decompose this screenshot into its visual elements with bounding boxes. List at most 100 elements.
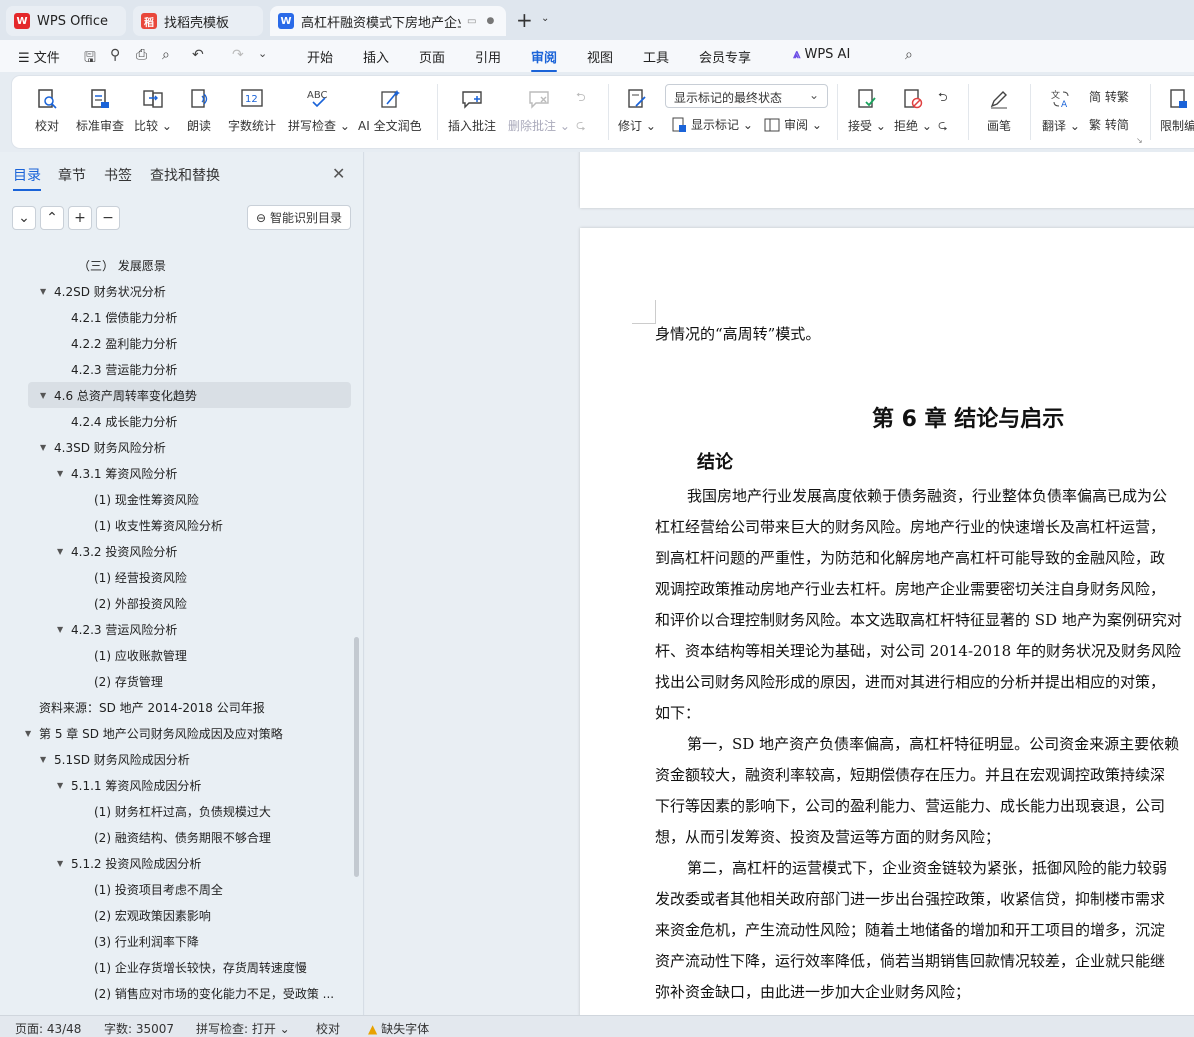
compare-button[interactable]: 比较 ⌄ [134,76,172,134]
to-traditional-button[interactable]: 简 转繁 [1089,88,1129,105]
save-icon[interactable]: 🖫 [84,47,96,71]
remove-heading-button[interactable]: − [96,206,120,230]
tab-toc[interactable]: 目录 [13,165,41,191]
missing-font-indicator[interactable]: ▲ 缺失字体 [368,1020,429,1037]
toc-item[interactable]: ▼ 第 5 章 SD 地产公司财务风险成因及应对策略 [25,720,283,746]
add-heading-button[interactable]: + [68,206,92,230]
print-preview-icon[interactable]: ⌕ [162,47,170,63]
word-count-indicator[interactable]: 字数: 35007 [104,1020,174,1037]
expand-triangle-icon[interactable]: ▼ [57,469,71,478]
standard-review-button[interactable]: 标准审查 [76,76,124,134]
expand-triangle-icon[interactable]: ▼ [57,547,71,556]
toc-item[interactable]: 4.2.1 偿债能力分析 [71,304,177,330]
document-page[interactable]: 身情况的“高周转”模式。 第 6 章 结论与启示 结论 我国房地产行业发展高度依… [580,228,1194,1015]
toc-item[interactable]: 4.2.2 盈利能力分析 [71,330,177,356]
chevron-down-icon[interactable]: ⌄ [541,13,549,24]
menu-review[interactable]: 审阅 [531,47,558,72]
menu-page[interactable]: 页面 [419,47,445,66]
toc-item[interactable]: ▼ 5.1.1 筹资风险成因分析 [57,772,201,798]
undo-icon[interactable]: ↶ [192,47,204,63]
tab-find-replace[interactable]: 查找和替换 [150,165,220,185]
redo-icon[interactable]: ↷ [232,47,244,63]
proofread-button[interactable]: 校对 [34,76,60,134]
restrict-edit-button[interactable]: 限制编 [1160,76,1194,134]
toc-item[interactable]: 4.2.4 成长能力分析 [71,408,177,434]
file-menu[interactable]: ☰ 文件 [18,47,60,66]
menu-member[interactable]: 会员专享 [699,47,751,66]
menu-view[interactable]: 视图 [587,47,613,66]
ai-polish-button[interactable]: AI 全文润色 [358,76,422,134]
toc-item[interactable]: (3) 行业利润率下降 [94,928,199,954]
smart-toc-button[interactable]: ⊖ 智能识别目录 [247,205,351,230]
toc-item[interactable]: 资料来源：SD 地产 2014-2018 公司年报 [39,694,265,720]
translate-button[interactable]: 文A 翻译 ⌄ [1042,76,1080,134]
toc-item[interactable]: (2) 宏观政策因素影响 [94,902,211,928]
toc-scrollbar[interactable] [354,637,359,877]
toc-item[interactable]: (1) 财务杠杆过高，负债规模过大 [94,798,271,824]
toc-item[interactable]: ▼ 4.2.3 营运风险分析 [57,616,177,642]
menu-start[interactable]: 开始 [307,47,333,66]
toc-item[interactable]: (2) 外部投资风险 [94,590,187,616]
toc-item[interactable]: (2) 融资结构、债务期限不够合理 [94,824,271,850]
pen-button[interactable]: 画笔 [986,76,1012,134]
toc-item[interactable]: ▼ 4.3.1 筹资风险分析 [57,460,177,486]
track-changes-button[interactable]: 修订 ⌄ [618,76,656,134]
menu-tools[interactable]: 工具 [643,47,669,66]
markup-mode-select[interactable]: 显示标记的最终状态 ⌄ [665,84,828,108]
expand-triangle-icon[interactable]: ▼ [40,391,54,400]
to-simplified-button[interactable]: 繁 转简 [1089,116,1129,133]
more-chevron-icon[interactable]: ⌄ [258,47,267,60]
expand-all-button[interactable]: ⌄ [12,206,36,230]
search-icon[interactable]: ⌕ [905,47,913,63]
prev-change-icon[interactable]: ⮌ [938,88,948,109]
toc-item[interactable]: (1) 企业存货增长较快，存货周转速度慢 [94,954,307,980]
new-tab-button[interactable]: + [516,8,533,32]
page-indicator[interactable]: 页面: 43/48 [15,1020,81,1037]
toc-item[interactable]: (1) 现金性筹资风险 [94,486,199,512]
spell-check-button[interactable]: ABC 拼写检查 ⌄ [288,76,350,134]
menu-insert[interactable]: 插入 [363,47,389,66]
read-aloud-button[interactable]: 朗读 [186,76,212,134]
tab-wps-office[interactable]: W WPS Office [6,6,126,36]
delete-comment-button[interactable]: 删除批注 ⌄ [508,76,570,134]
expand-triangle-icon[interactable]: ▼ [40,755,54,764]
unsaved-dot-icon[interactable]: ● [486,16,494,26]
expand-triangle-icon[interactable]: ▼ [25,729,39,738]
toc-item[interactable]: (1) 收支性筹资风险分析 [94,512,223,538]
toc-item[interactable]: (1) 应收账款管理 [94,642,187,668]
menu-reference[interactable]: 引用 [475,47,501,66]
share-icon[interactable]: ⚲ [110,47,120,63]
toc-item[interactable]: ▼ 5.1SD 财务风险成因分析 [40,746,190,772]
toc-item[interactable]: ▼ 4.3.2 投资风险分析 [57,538,177,564]
toc-item[interactable]: ▼ 5.1.2 投资风险成因分析 [57,850,201,876]
insert-comment-button[interactable]: 插入批注 [448,76,496,134]
tab-active-document[interactable]: W 高杠杆融资模式下房地产企业 ▭ ● [270,6,506,36]
expand-triangle-icon[interactable]: ▼ [40,287,54,296]
expand-corner-icon[interactable]: ↘ [1136,136,1143,145]
toc-item[interactable]: （三） 发展愿景 [78,252,166,278]
next-comment-icon[interactable]: ⮎ [576,116,586,137]
tab-bookmarks[interactable]: 书签 [104,165,132,185]
toc-item[interactable]: 4.2.3 营运能力分析 [71,356,177,382]
collapse-all-button[interactable]: ⌃ [40,206,64,230]
show-markup-button[interactable]: 显示标记 ⌄ [671,116,753,133]
close-icon[interactable]: ✕ [332,164,345,183]
toc-item[interactable]: (2) 存货管理 [94,668,163,694]
review-pane-button[interactable]: 审阅 ⌄ [764,116,822,133]
toc-item[interactable]: ▼ 4.3SD 财务风险分析 [40,434,166,460]
prev-comment-icon[interactable]: ⮌ [576,88,586,109]
expand-triangle-icon[interactable]: ▼ [57,625,71,634]
monitor-icon[interactable]: ▭ [467,16,476,27]
print-icon[interactable]: ⎙ [136,47,147,63]
accept-button[interactable]: 接受 ⌄ [848,76,886,134]
expand-triangle-icon[interactable]: ▼ [57,859,71,868]
toc-item[interactable]: (1) 投资项目考虑不周全 [94,876,223,902]
menu-wps-ai[interactable]: ⩓ WPS AI [793,47,850,62]
toc-item[interactable]: ▼ 4.2SD 财务状况分析 [40,278,166,304]
tab-docer-templates[interactable]: 稻 找稻壳模板 [133,6,263,36]
tab-chapters[interactable]: 章节 [58,165,86,185]
reject-button[interactable]: 拒绝 ⌄ [894,76,932,134]
toc-item[interactable]: (2) 销售应对市场的变化能力不足，受政策 ... [94,980,334,1006]
word-count-button[interactable]: 12 字数统计 [228,76,276,134]
toc-item-selected[interactable]: ▼ 4.6 总资产周转率变化趋势 [28,382,351,408]
